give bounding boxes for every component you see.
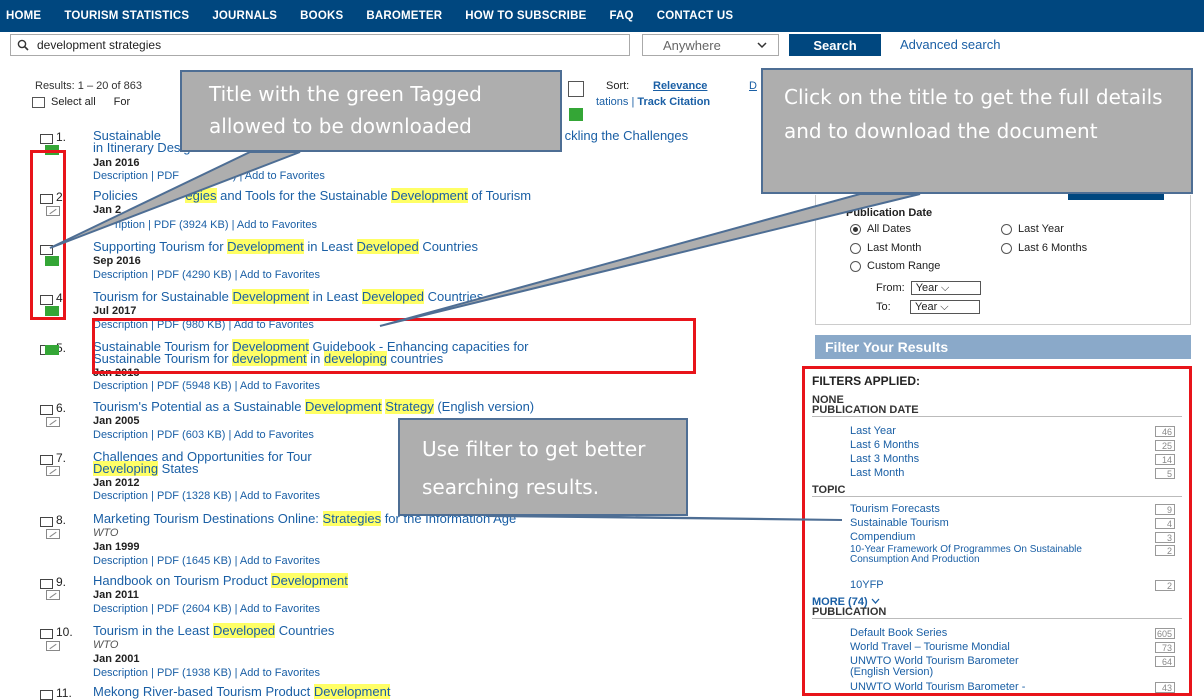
callout-green-tag: Title with the green Tagged allowed to b… xyxy=(180,70,562,152)
callout-2-pointer xyxy=(379,193,921,327)
callout-1-pointer xyxy=(49,151,301,249)
callout-3-pointer xyxy=(487,515,843,521)
callout-use-filter: Use filter to get better searching resul… xyxy=(398,418,688,516)
callout-click-title: Click on the title to get the full detai… xyxy=(761,68,1193,194)
